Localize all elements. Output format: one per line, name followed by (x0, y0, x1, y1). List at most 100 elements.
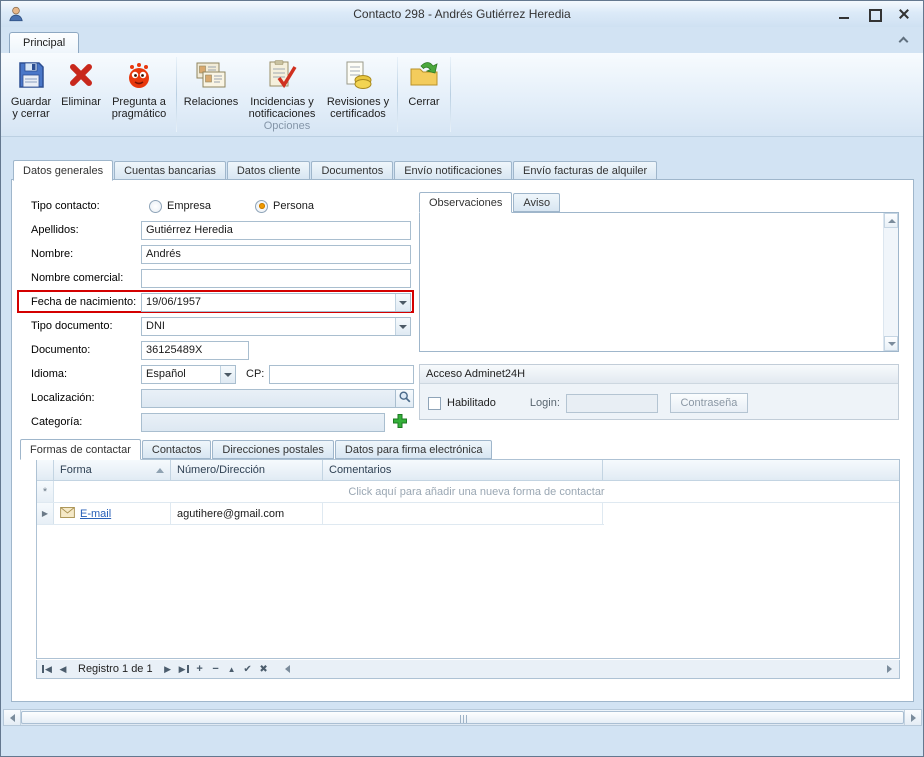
incidencias-label: Incidencias y notificaciones (244, 96, 320, 120)
tab-datos-firma-electronica[interactable]: Datos para firma electrónica (335, 440, 493, 459)
nav-append-button[interactable]: + (192, 661, 208, 677)
tab-formas-de-contactar[interactable]: Formas de contactar (20, 439, 141, 460)
column-header-numero-direccion[interactable]: Número/Dirección (171, 460, 323, 480)
nav-next-button[interactable]: ▶ (160, 661, 176, 677)
tab-aviso[interactable]: Aviso (513, 193, 560, 212)
grid-scroll-left-button[interactable] (280, 661, 296, 677)
check-icon: ✔ (243, 664, 251, 675)
tab-documentos[interactable]: Documentos (311, 161, 393, 180)
nav-cancel-button[interactable]: ✖ (256, 661, 272, 677)
tipo-documento-dropdown-button[interactable] (395, 318, 410, 335)
acceso-adminet-header: Acceso Adminet24H (420, 365, 898, 384)
fecha-nacimiento-combo[interactable] (141, 293, 411, 312)
column-label: Forma (60, 464, 92, 476)
hscroll-thumb[interactable] (21, 711, 904, 724)
cp-input[interactable] (269, 365, 414, 384)
minimize-button[interactable] (837, 7, 851, 21)
nombre-label: Nombre: (31, 248, 141, 260)
apellidos-input[interactable] (141, 221, 411, 240)
close-button[interactable] (897, 7, 911, 21)
tab-datos-generales[interactable]: Datos generales (13, 160, 113, 181)
categoria-row: Categoría: (12, 410, 417, 434)
radio-empresa[interactable]: Empresa (149, 200, 211, 213)
nav-first-button[interactable]: ◀ (39, 661, 55, 677)
nav-prev-button[interactable]: ◀ (55, 661, 71, 677)
nav-prev-icon: ◀ (60, 664, 67, 675)
idioma-dropdown-button[interactable] (220, 366, 235, 383)
nombre-comercial-input[interactable] (141, 269, 411, 288)
cell-numero-direccion[interactable]: agutihere@gmail.com (171, 503, 323, 524)
apellidos-label: Apellidos: (31, 224, 141, 236)
sort-ascending-icon (156, 468, 164, 473)
delete-button[interactable]: Eliminar (57, 55, 105, 120)
record-navigator: ◀ ◀ Registro 1 de 1 ▶ ▶ + − ▲ ✔ ✖ (36, 660, 900, 679)
nav-endedit-button[interactable]: ✔ (240, 661, 256, 677)
save-and-close-button[interactable]: Guardar y cerrar (5, 55, 57, 120)
observaciones-textarea[interactable] (421, 214, 882, 350)
new-row-hint[interactable]: Click aquí para añadir una nueva forma d… (54, 481, 899, 502)
localizacion-search-button[interactable] (396, 389, 414, 408)
app-window: Contacto 298 - Andrés Gutiérrez Heredia … (0, 0, 924, 757)
tipo-documento-combo[interactable] (141, 317, 411, 336)
maximize-button[interactable] (867, 7, 881, 21)
grid-new-row[interactable]: * Click aquí para añadir una nueva forma… (37, 481, 899, 503)
revisiones-button[interactable]: Revisiones y certificados (322, 55, 394, 120)
nav-last-bar-icon (187, 665, 189, 673)
observaciones-box (419, 212, 899, 352)
idioma-input[interactable] (142, 366, 220, 383)
column-header-forma[interactable]: Forma (54, 460, 171, 480)
tab-envio-notificaciones[interactable]: Envío notificaciones (394, 161, 512, 180)
tab-contactos[interactable]: Contactos (142, 440, 212, 459)
tipo-documento-row: Tipo documento: (12, 314, 417, 338)
documento-input[interactable] (141, 341, 249, 360)
tab-datos-cliente[interactable]: Datos cliente (227, 161, 311, 180)
cerrar-label: Cerrar (408, 96, 439, 108)
tipo-documento-input[interactable] (142, 318, 395, 335)
categoria-input[interactable] (141, 413, 385, 432)
habilitado-checkbox[interactable] (428, 397, 441, 410)
column-header-comentarios[interactable]: Comentarios (323, 460, 603, 480)
acceso-adminet-title: Acceso Adminet24H (426, 368, 525, 380)
revisiones-label: Revisiones y certificados (324, 96, 392, 120)
tab-label: Contactos (152, 444, 202, 456)
grid-data-row[interactable]: ▶ E-mail agutihere@gmail.com (37, 503, 604, 525)
fecha-nacimiento-input[interactable] (142, 294, 395, 311)
scroll-down-button[interactable] (884, 336, 898, 351)
tab-envio-facturas[interactable]: Envío facturas de alquiler (513, 161, 657, 180)
nombre-input[interactable] (141, 245, 411, 264)
ribbon-collapse-button[interactable] (893, 33, 913, 49)
tab-observaciones[interactable]: Observaciones (419, 192, 512, 213)
tab-label: Datos para firma electrónica (345, 444, 483, 456)
login-input[interactable] (566, 394, 658, 413)
arrow-right-icon (887, 665, 892, 673)
grid-scroll-right-button[interactable] (881, 661, 897, 677)
scroll-up-button[interactable] (884, 213, 898, 228)
ask-pragmatico-button[interactable]: Pregunta a pragmático (105, 55, 173, 120)
hscroll-right-button[interactable] (904, 710, 921, 725)
radio-persona[interactable]: Persona (255, 200, 314, 213)
incidencias-button[interactable]: Incidencias y notificaciones (242, 55, 322, 120)
categoria-add-button[interactable] (390, 412, 410, 432)
localizacion-input[interactable] (141, 389, 396, 408)
tab-direcciones-postales[interactable]: Direcciones postales (212, 440, 334, 459)
titlebar: Contacto 298 - Andrés Gutiérrez Heredia (1, 1, 923, 27)
login-label: Login: (530, 397, 560, 409)
tab-label: Datos generales (23, 165, 103, 177)
tab-cuentas-bancarias[interactable]: Cuentas bancarias (114, 161, 226, 180)
nav-edit-button[interactable]: ▲ (224, 661, 240, 677)
cerrar-button[interactable]: Cerrar (401, 55, 447, 120)
nav-delete-button[interactable]: − (208, 661, 224, 677)
contact-cards-icon (195, 59, 227, 96)
idioma-combo[interactable] (141, 365, 236, 384)
ribbon-tab-principal[interactable]: Principal (9, 32, 79, 53)
fecha-dropdown-button[interactable] (395, 294, 410, 311)
cell-comentarios[interactable] (323, 503, 603, 524)
email-link[interactable]: E-mail (80, 508, 111, 520)
cell-forma[interactable]: E-mail (54, 503, 171, 524)
formas-contactar-grid: Forma Número/Dirección Comentarios * Cli… (36, 459, 900, 659)
nav-last-button[interactable]: ▶ (176, 661, 192, 677)
nav-first-icon: ◀ (45, 664, 52, 675)
relaciones-button[interactable]: Relaciones (180, 55, 242, 120)
hscroll-left-button[interactable] (4, 710, 21, 725)
contrasena-button[interactable]: Contraseña (670, 393, 748, 413)
